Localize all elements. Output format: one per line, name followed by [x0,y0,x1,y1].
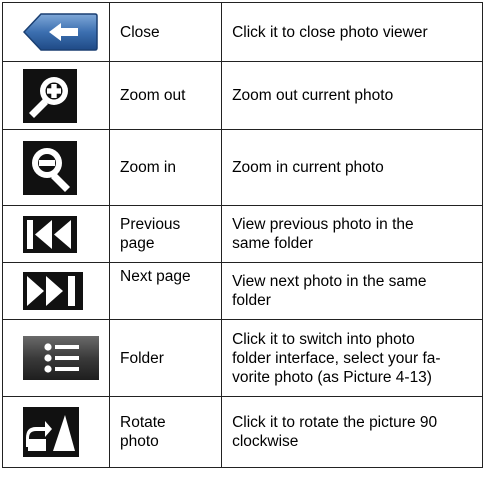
table-row: Rotate photo Click it to rotate the pict… [2,396,483,468]
item-name: Previous page [108,205,223,263]
item-name-text: Next page [120,268,191,285]
item-description-text: Click it to switch into photo folder int… [232,330,441,386]
item-name-text: Zoom in [120,159,176,176]
item-name: Zoom in [108,129,223,206]
table-row: Next page View next photo in the same fo… [2,262,483,320]
item-name-text: Rotate photo [120,414,166,450]
item-description: View next photo in the same folder [221,262,483,320]
item-description-text: View next photo in the same folder [232,273,427,309]
item-description: Click it to close photo viewer [221,2,483,62]
zoom-minus-icon [23,140,77,195]
table-row: Zoom out Zoom out current photo [2,61,483,130]
item-name-text: Folder [120,349,164,367]
item-description: Click it to switch into photo folder int… [221,319,483,397]
table-row: Folder Click it to switch into photo fol… [2,319,483,397]
next-page-icon [23,272,83,310]
back-arrow-icon [23,13,98,51]
previous-page-icon [23,215,77,253]
icon-reference-table: Close Click it to close photo viewer Zoo… [2,2,483,468]
folder-list-icon [23,336,99,380]
icon-cell [2,205,110,263]
item-description-text: View previous photo in the same folder [232,216,414,252]
icon-cell [2,129,110,206]
icon-cell [2,396,110,468]
item-name: Rotate photo [108,396,223,468]
zoom-plus-icon [23,68,77,123]
item-description-text: Zoom out current photo [232,87,394,104]
item-description: Zoom in current photo [221,129,483,206]
item-name-text: Close [120,23,160,41]
table-row: Previous page View previous photo in the… [2,205,483,263]
item-name: Close [108,2,223,62]
item-name: Zoom out [108,61,223,130]
item-description: Click it to rotate the picture 90 clockw… [221,396,483,468]
table-row: Zoom in Zoom in current photo [2,129,483,206]
icon-cell [2,2,110,62]
item-name-text: Previous page [120,216,181,252]
item-name: Folder [108,319,223,397]
item-description-text: Click it to close photo viewer [232,23,428,41]
item-description-text: Click it to rotate the picture 90 clockw… [232,414,438,450]
item-name: Next page [108,262,223,320]
item-name-text: Zoom out [120,87,186,104]
icon-cell [2,262,110,320]
icon-cell [2,61,110,130]
item-description-text: Zoom in current photo [232,159,384,176]
table-row: Close Click it to close photo viewer [2,2,483,62]
item-description: Zoom out current photo [221,61,483,130]
rotate-photo-icon [23,407,79,457]
icon-cell [2,319,110,397]
item-description: View previous photo in the same folder [221,205,483,263]
